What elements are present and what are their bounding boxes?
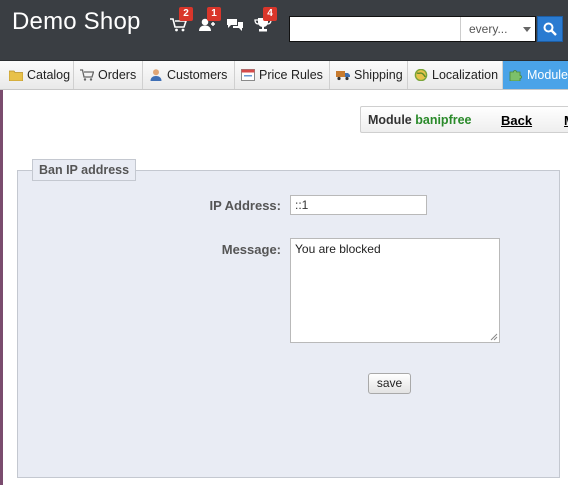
ip-address-input[interactable] [290,195,427,215]
module-prefix: Module [368,113,412,127]
chevron-down-icon [523,27,531,32]
folder-icon [9,70,23,81]
message-textarea[interactable]: You are blocked [290,238,500,343]
tab-price-rules[interactable]: Price Rules [235,61,330,89]
tab-label: Catalog [27,68,71,82]
search-button[interactable] [537,16,563,42]
main-nav-tabs: Catalog Orders Customers Price Rules Shi… [0,61,568,90]
tab-customers[interactable]: Customers [143,61,235,89]
module-name: banipfree [415,113,472,127]
shop-name[interactable]: Demo Shop [12,8,141,36]
customers-count-badge: 1 [207,7,221,21]
search-icon [543,22,557,36]
orders-count-badge: 2 [179,7,193,21]
price-rules-icon [241,69,255,81]
resize-grip-icon[interactable] [490,333,498,341]
tab-label: Modules [527,68,568,82]
customers-icon[interactable]: 1 [196,7,221,36]
tab-label: Price Rules [259,68,323,82]
tab-localization[interactable]: Localization [408,61,503,89]
search-scope-select[interactable]: every... [460,17,536,41]
messages-icon[interactable] [224,14,246,36]
trophy-icon[interactable]: 4 [252,7,277,36]
tab-orders[interactable]: Orders [74,61,143,89]
save-button[interactable]: save [368,373,411,394]
message-label: Message: [221,242,281,257]
search-scope-value: every... [469,22,508,36]
tab-label: Customers [167,68,228,82]
more-link[interactable]: M [564,113,568,128]
cart-icon [80,69,94,81]
back-link[interactable]: Back [501,113,532,128]
module-toolbar: Module banipfree Back M [360,106,568,133]
ip-address-label: IP Address: [209,198,281,213]
header-bar: Demo Shop 2 1 4 every... [0,0,568,61]
tab-label: Orders [98,68,137,82]
tab-label: Localization [432,68,499,82]
module-title: Module banipfree [368,113,472,127]
cart-icon[interactable]: 2 [168,7,193,36]
tab-modules[interactable]: Modules [503,61,568,89]
tab-catalog[interactable]: Catalog [3,61,74,89]
truck-icon [336,71,350,81]
fieldset-legend: Ban IP address [32,159,137,181]
tab-shipping[interactable]: Shipping [330,61,408,89]
customer-icon [150,69,162,81]
search-box: every... [289,16,536,42]
tab-label: Shipping [354,68,403,82]
globe-icon [414,69,428,81]
trophy-count-badge: 4 [263,7,277,21]
search-input[interactable] [290,17,466,41]
puzzle-icon [509,70,522,81]
